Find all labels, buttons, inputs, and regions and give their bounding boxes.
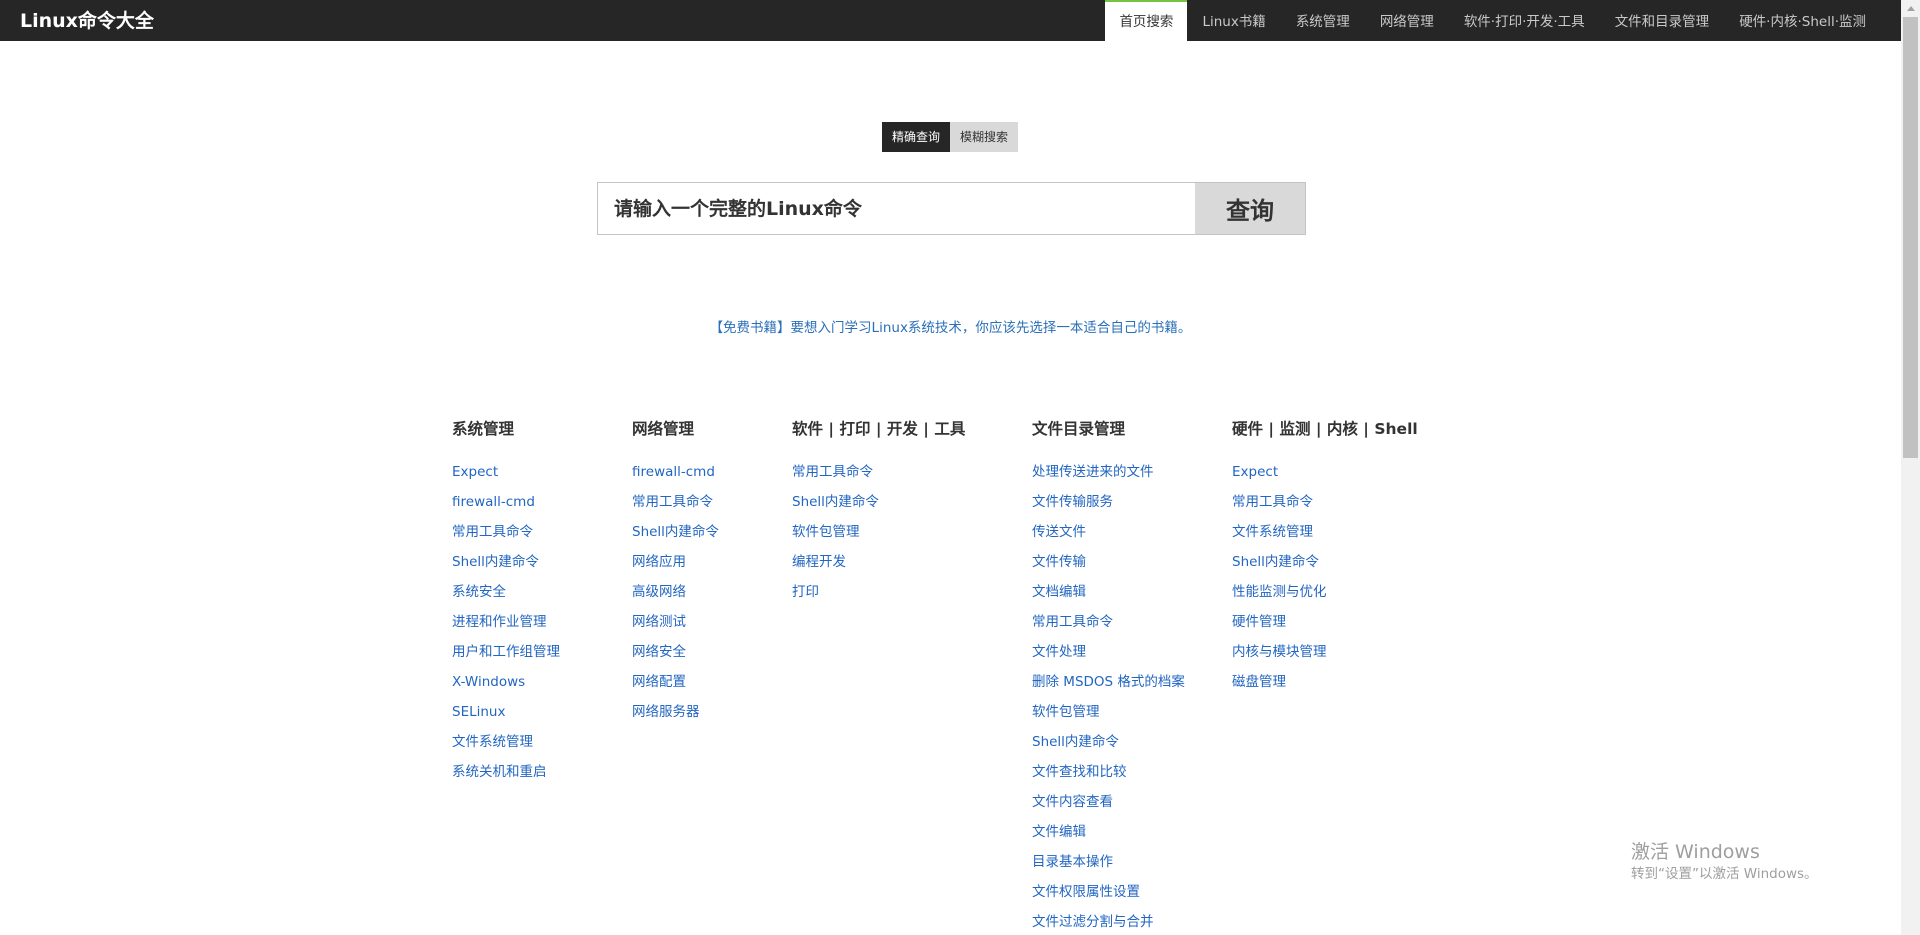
category-link[interactable]: firewall-cmd: [632, 462, 719, 492]
category-link[interactable]: 软件包管理: [1032, 702, 1185, 732]
category-link[interactable]: 文件传输: [1032, 552, 1185, 582]
nav-item-software-tools[interactable]: 软件·打印·开发·工具: [1449, 0, 1600, 41]
category-link[interactable]: 网络安全: [632, 642, 719, 672]
category-link[interactable]: 文档编辑: [1032, 582, 1185, 612]
tab-fuzzy-search[interactable]: 模糊搜索: [950, 122, 1019, 152]
category-link[interactable]: Expect: [452, 462, 560, 492]
category-column-hardware: 硬件 | 监测 | 内核 | Shell Expect 常用工具命令 文件系统管…: [1232, 419, 1418, 702]
main-nav: 首页搜索 Linux书籍 系统管理 网络管理 软件·打印·开发·工具 文件和目录…: [1105, 0, 1881, 41]
category-column-software: 软件 | 打印 | 开发 | 工具 常用工具命令 Shell内建命令 软件包管理…: [792, 419, 965, 612]
nav-item-file-directory[interactable]: 文件和目录管理: [1600, 0, 1725, 41]
category-link[interactable]: 删除 MSDOS 格式的档案: [1032, 672, 1185, 702]
category-link[interactable]: 磁盘管理: [1232, 672, 1418, 702]
category-link[interactable]: 文件编辑: [1032, 822, 1185, 852]
category-link[interactable]: 系统关机和重启: [452, 762, 560, 792]
category-link[interactable]: 常用工具命令: [1032, 612, 1185, 642]
site-logo[interactable]: Linux命令大全: [20, 9, 154, 33]
category-link[interactable]: 常用工具命令: [1232, 492, 1418, 522]
category-link[interactable]: SELinux: [452, 702, 560, 732]
scroll-up-arrow-icon[interactable]: [1901, 0, 1920, 17]
windows-activation-watermark: 激活 Windows 转到“设置”以激活 Windows。: [1631, 840, 1818, 884]
category-link[interactable]: 进程和作业管理: [452, 612, 560, 642]
category-link[interactable]: Shell内建命令: [1032, 732, 1185, 762]
category-column-network: 网络管理 firewall-cmd 常用工具命令 Shell内建命令 网络应用 …: [632, 419, 719, 732]
category-link[interactable]: Shell内建命令: [632, 522, 719, 552]
category-title: 硬件 | 监测 | 内核 | Shell: [1232, 420, 1418, 438]
watermark-subtitle: 转到“设置”以激活 Windows。: [1631, 866, 1818, 882]
nav-item-linux-books[interactable]: Linux书籍: [1187, 0, 1280, 41]
nav-item-network-admin[interactable]: 网络管理: [1365, 0, 1449, 41]
category-link[interactable]: 文件传输服务: [1032, 492, 1185, 522]
category-link[interactable]: 打印: [792, 582, 965, 612]
category-link[interactable]: 常用工具命令: [632, 492, 719, 522]
category-link[interactable]: 传送文件: [1032, 522, 1185, 552]
category-link[interactable]: 文件系统管理: [452, 732, 560, 762]
category-link[interactable]: Shell内建命令: [1232, 552, 1418, 582]
search-input[interactable]: [598, 183, 1195, 234]
category-link[interactable]: 目录基本操作: [1032, 852, 1185, 882]
category-link[interactable]: firewall-cmd: [452, 492, 560, 522]
nav-item-system-admin[interactable]: 系统管理: [1281, 0, 1365, 41]
category-title: 软件 | 打印 | 开发 | 工具: [792, 420, 966, 438]
category-link[interactable]: Expect: [1232, 462, 1418, 492]
category-link[interactable]: 处理传送进来的文件: [1032, 462, 1185, 492]
category-link[interactable]: 文件查找和比较: [1032, 762, 1185, 792]
scrollbar-thumb[interactable]: [1903, 17, 1918, 458]
nav-item-hardware-kernel[interactable]: 硬件·内核·Shell·监测: [1724, 0, 1881, 41]
category-title: 文件目录管理: [1032, 420, 1126, 438]
search-box: 查询: [597, 182, 1306, 235]
category-link[interactable]: 网络配置: [632, 672, 719, 702]
category-link[interactable]: 常用工具命令: [452, 522, 560, 552]
category-column-files: 文件目录管理 处理传送进来的文件 文件传输服务 传送文件 文件传输 文档编辑 常…: [1032, 419, 1185, 935]
watermark-title: 激活 Windows: [1631, 841, 1760, 863]
category-link[interactable]: 软件包管理: [792, 522, 965, 552]
category-link[interactable]: 高级网络: [632, 582, 719, 612]
category-title: 网络管理: [632, 420, 695, 438]
page-scrollbar[interactable]: [1901, 0, 1920, 935]
category-link[interactable]: 常用工具命令: [792, 462, 965, 492]
category-link[interactable]: 网络测试: [632, 612, 719, 642]
category-link[interactable]: 系统安全: [452, 582, 560, 612]
free-books-notice-link[interactable]: 【免费书籍】要想入门学习Linux系统技术，你应该先选择一本适合自己的书籍。: [0, 318, 1901, 338]
category-column-system: 系统管理 Expect firewall-cmd 常用工具命令 Shell内建命…: [452, 419, 560, 792]
category-link[interactable]: 网络应用: [632, 552, 719, 582]
category-title: 系统管理: [452, 420, 515, 438]
nav-item-home-search[interactable]: 首页搜索: [1105, 0, 1188, 41]
category-link[interactable]: 文件过滤分割与合并: [1032, 912, 1185, 935]
category-link[interactable]: 内核与模块管理: [1232, 642, 1418, 672]
category-link[interactable]: X-Windows: [452, 672, 560, 702]
category-link[interactable]: 文件权限属性设置: [1032, 882, 1185, 912]
category-link[interactable]: 文件系统管理: [1232, 522, 1418, 552]
category-link[interactable]: 硬件管理: [1232, 612, 1418, 642]
category-link[interactable]: 网络服务器: [632, 702, 719, 732]
top-navbar: Linux命令大全 首页搜索 Linux书籍 系统管理 网络管理 软件·打印·开…: [0, 0, 1901, 41]
category-link[interactable]: 用户和工作组管理: [452, 642, 560, 672]
category-link[interactable]: Shell内建命令: [452, 552, 560, 582]
tab-exact-search[interactable]: 精确查询: [882, 122, 951, 152]
category-link[interactable]: 性能监测与优化: [1232, 582, 1418, 612]
category-link[interactable]: 文件处理: [1032, 642, 1185, 672]
search-button[interactable]: 查询: [1195, 183, 1305, 234]
search-mode-tabs: 精确查询 模糊搜索: [882, 122, 1019, 152]
category-link[interactable]: 编程开发: [792, 552, 965, 582]
category-link[interactable]: 文件内容查看: [1032, 792, 1185, 822]
category-link[interactable]: Shell内建命令: [792, 492, 965, 522]
